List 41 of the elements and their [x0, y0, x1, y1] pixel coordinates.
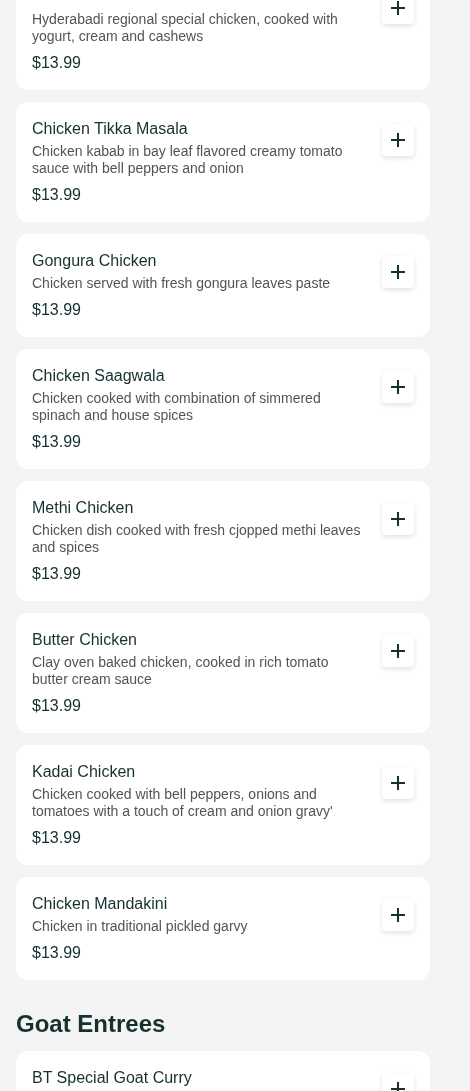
- item-description: Chicken in traditional pickled garvy: [32, 918, 249, 935]
- section-heading: Goat Entrees: [16, 1009, 167, 1039]
- item-price: $13.99: [32, 564, 82, 584]
- plus-icon: [390, 132, 406, 148]
- item-price: $13.99: [32, 432, 82, 452]
- item-description: Hyderabadi regional special chicken, cooked with yogurt, cream and cashews: [32, 11, 339, 45]
- item-description: Clay oven baked chicken, cooked in rich tomato butter cream sauce: [32, 654, 330, 688]
- add-button[interactable]: [382, 256, 414, 288]
- item-name: Kadai Chicken: [32, 762, 137, 782]
- plus-icon: [390, 0, 406, 16]
- plus-icon: [390, 379, 406, 395]
- add-button[interactable]: [382, 124, 414, 156]
- item-description: Chicken cooked with combination of simmered spinach and house spices: [32, 390, 322, 424]
- item-name: Chicken Mandakini: [32, 894, 169, 914]
- item-description: Chicken kabab in bay leaf flavored creamy tomato sauce with bell peppers and onion: [32, 143, 344, 177]
- item-price: $13.99: [32, 53, 82, 73]
- item-name: Chicken Saagwala: [32, 366, 166, 386]
- item-description: Chicken cooked with bell peppers, onions and tomatoes with a touch of cream and onion gravy': [32, 786, 334, 820]
- add-button[interactable]: [382, 635, 414, 667]
- plus-icon: [390, 511, 406, 527]
- item-price: $13.99: [32, 300, 82, 320]
- item-description: Chicken served with fresh gongura leaves paste: [32, 275, 332, 292]
- add-button[interactable]: [382, 371, 414, 403]
- item-price: $13.99: [32, 696, 82, 716]
- plus-icon: [390, 907, 406, 923]
- plus-icon: [390, 775, 406, 791]
- item-description: Chicken dish cooked with fresh cjopped methi leaves and spices: [32, 522, 362, 556]
- item-name: Gongura Chicken: [32, 251, 158, 271]
- item-name: Methi Chicken: [32, 498, 135, 518]
- plus-icon: [390, 264, 406, 280]
- add-button[interactable]: [382, 503, 414, 535]
- add-button[interactable]: [382, 0, 414, 24]
- add-button[interactable]: [382, 899, 414, 931]
- add-button[interactable]: [382, 767, 414, 799]
- item-name: Butter Chicken: [32, 630, 138, 650]
- plus-icon: [390, 643, 406, 659]
- item-name: BT Special Goat Curry: [32, 1068, 193, 1088]
- item-price: $13.99: [32, 185, 82, 205]
- item-name: Chicken Tikka Masala: [32, 119, 189, 139]
- item-price: $13.99: [32, 943, 82, 963]
- item-price: $13.99: [32, 828, 82, 848]
